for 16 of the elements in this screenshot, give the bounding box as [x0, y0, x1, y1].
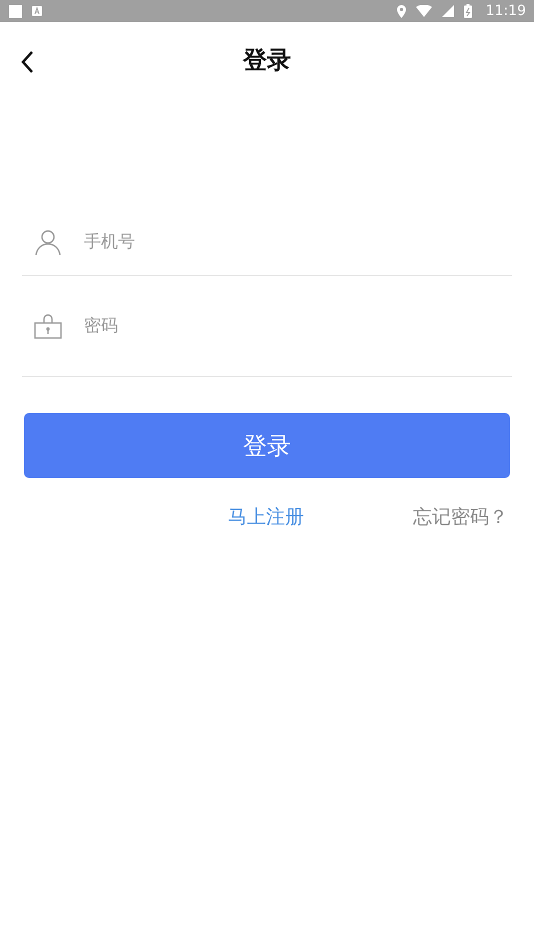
login-button[interactable]: 登录 [24, 413, 510, 478]
register-link[interactable]: 马上注册 [228, 504, 304, 530]
password-field[interactable]: 密码 [82, 308, 512, 344]
user-icon [34, 228, 62, 256]
app-notification-icon [32, 6, 42, 16]
forgot-password-link[interactable]: 忘记密码？ [413, 504, 508, 530]
status-time: 11:19 [486, 3, 526, 19]
lock-icon [34, 313, 62, 339]
location-icon [396, 4, 406, 18]
notification-icon [9, 4, 22, 18]
page-title: 登录 [243, 45, 291, 76]
wifi-icon [416, 5, 432, 17]
battery-icon [464, 4, 472, 18]
phone-field[interactable]: 手机号 [82, 224, 512, 260]
back-icon [20, 50, 34, 74]
signal-icon [442, 5, 454, 17]
